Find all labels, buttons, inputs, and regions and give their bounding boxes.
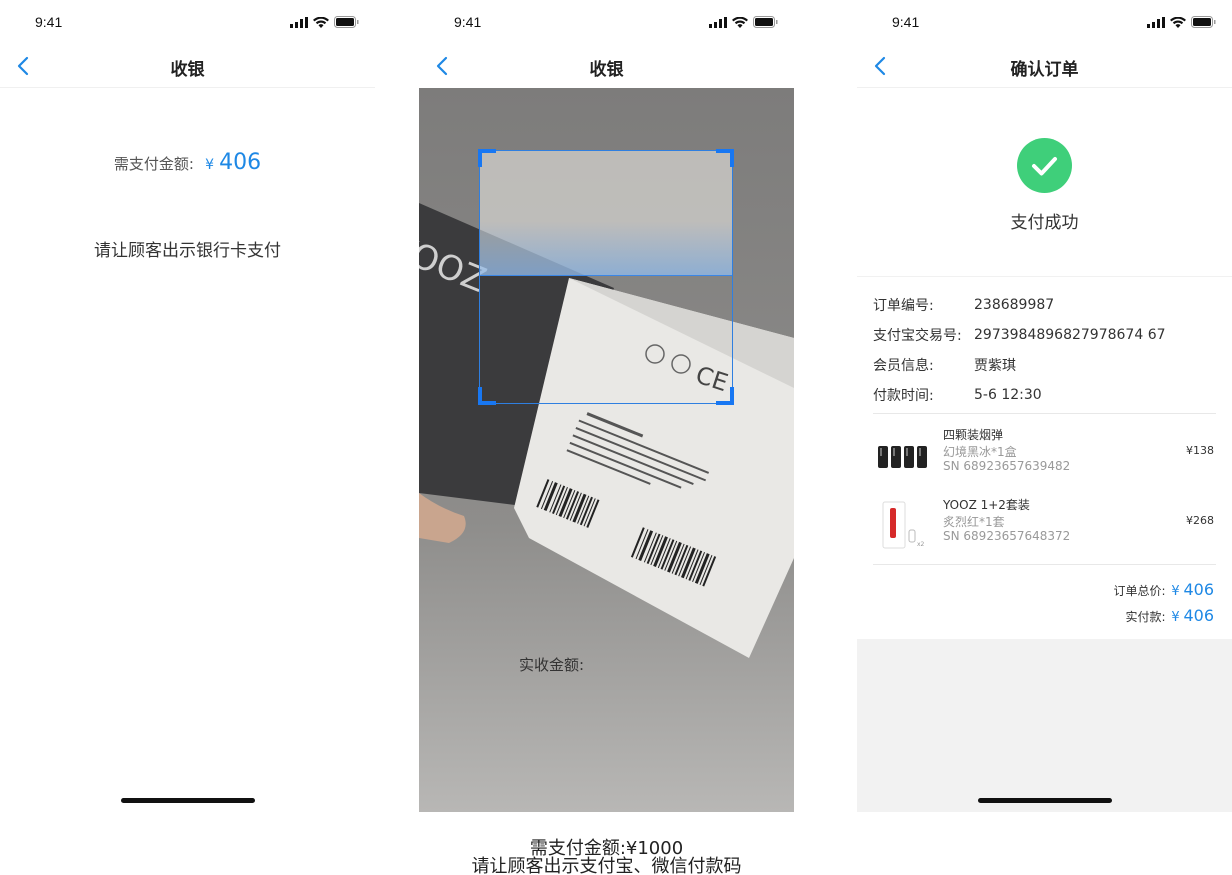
item-variant: 炙烈红*1套 [943, 515, 1005, 529]
currency-symbol: ¥ [1171, 610, 1180, 625]
info-key: 会员信息: [873, 358, 934, 374]
status-bar: 9:41 [419, 0, 794, 44]
item-sn: SN 68923657648372 [943, 529, 1071, 543]
info-value: 5-6 12:30 [974, 387, 1042, 403]
paid-row: 实付款: ¥ 406 [914, 606, 1214, 625]
info-row-order-number: 订单编号: 238689987 [873, 290, 1216, 320]
nav-bar: 收银 [419, 44, 794, 88]
home-indicator[interactable] [978, 798, 1112, 803]
info-key: 支付宝交易号: [873, 328, 962, 344]
received-amount-label: 实收金额: [519, 656, 585, 674]
success-text: 支付成功 [1010, 213, 1079, 233]
status-bar: 9:41 [0, 0, 375, 44]
divider [857, 276, 1232, 277]
info-key: 订单编号: [873, 298, 934, 314]
wifi-icon [732, 16, 748, 28]
scan-line [480, 275, 732, 276]
divider [873, 564, 1216, 565]
status-icons [290, 16, 359, 28]
status-time: 9:41 [35, 14, 63, 30]
order-total-row: 订单总价: ¥ 406 [914, 580, 1214, 599]
instruction-text: 请让顾客出示银行卡支付 [94, 241, 281, 261]
info-value: 2973984896827978674 67 [974, 327, 1166, 343]
status-time: 9:41 [454, 14, 482, 30]
amount-label: 需支付金额: [113, 155, 194, 173]
battery-icon [334, 16, 359, 28]
item-name: YOOZ 1+2套装 [943, 498, 1030, 512]
screen-confirm-order: 9:41 确认订单 支付成功 订单编号: 238689987 支付宝交易号: 2… [857, 0, 1232, 812]
item-sn: SN 68923657639482 [943, 459, 1071, 473]
home-indicator[interactable] [121, 798, 255, 803]
success-check-icon [1017, 138, 1072, 193]
item-price: ¥138 [1186, 444, 1214, 457]
page-title: 收银 [170, 60, 205, 80]
status-icons [1147, 16, 1216, 28]
status-bar: 9:41 [857, 0, 1232, 44]
scan-glow [480, 221, 732, 276]
amount-row: 需支付金额: ¥ 406 [0, 150, 375, 175]
list-item[interactable]: x2 YOOZ 1+2套装 炙烈红*1套 SN 68923657648372 ¥… [873, 496, 1216, 556]
page-title: 确认订单 [1010, 60, 1079, 80]
paid-value: 406 [1183, 606, 1214, 625]
signal-icon [290, 16, 308, 28]
paid-label: 实付款: [1125, 610, 1166, 624]
scan-caption-instruction: 请让顾客出示支付宝、微信付款码 [471, 856, 742, 875]
svg-text:x2: x2 [917, 541, 925, 548]
info-key: 付款时间: [873, 388, 934, 404]
order-info: 订单编号: 238689987 支付宝交易号: 2973984896827978… [873, 290, 1216, 410]
item-price: ¥268 [1186, 514, 1214, 527]
camera-preview[interactable]: CE YOOZ [419, 88, 794, 812]
scan-corner-br [716, 387, 734, 405]
info-value: 贾紫琪 [974, 358, 1016, 374]
wifi-icon [313, 16, 329, 28]
info-value: 238689987 [974, 297, 1055, 313]
signal-icon [1147, 16, 1165, 28]
scan-corner-tr [716, 149, 734, 167]
scan-corner-tl [478, 149, 496, 167]
battery-icon [753, 16, 778, 28]
divider [873, 413, 1216, 414]
status-icons [709, 16, 778, 28]
page-title: 收银 [589, 60, 624, 80]
currency-symbol: ¥ [205, 157, 214, 173]
list-item[interactable]: 四颗装烟弹 幻境黑冰*1盒 SN 68923657639482 ¥138 [873, 426, 1216, 486]
info-row-member: 会员信息: 贾紫琪 [873, 350, 1216, 380]
nav-bar: 收银 [0, 44, 375, 88]
info-row-alipay-trade-number: 支付宝交易号: 2973984896827978674 67 [873, 320, 1216, 350]
scan-frame [478, 149, 734, 405]
item-name: 四颗装烟弹 [943, 428, 1004, 442]
product-kit-image: x2 [882, 501, 925, 549]
footer-area [857, 639, 1232, 812]
info-row-payment-time: 付款时间: 5-6 12:30 [873, 380, 1216, 410]
item-variant: 幻境黑冰*1盒 [943, 445, 1017, 459]
order-total-value: 406 [1183, 580, 1214, 599]
order-total-label: 订单总价: [1113, 584, 1166, 598]
status-time: 9:41 [892, 14, 920, 30]
scan-corner-bl [478, 387, 496, 405]
wifi-icon [1170, 16, 1186, 28]
signal-icon [709, 16, 727, 28]
battery-icon [1191, 16, 1216, 28]
product-pods-image [878, 446, 927, 468]
amount-value: 406 [219, 150, 262, 175]
screen-bank-card-payment: 9:41 收银 需支付金额: ¥ 406 请让顾客出示银行卡支付 [0, 0, 375, 812]
currency-symbol: ¥ [1171, 584, 1180, 599]
nav-bar: 确认订单 [857, 44, 1232, 88]
screen-scan-payment: 9:41 收银 CE YOOZ 实收金额: [419, 0, 794, 812]
